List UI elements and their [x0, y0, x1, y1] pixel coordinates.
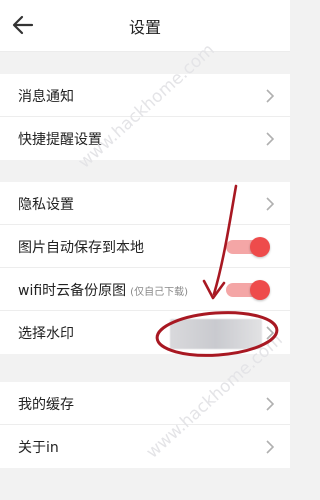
row-label: 隐私设置: [18, 197, 74, 213]
chevron-right-icon: [266, 89, 274, 103]
chevron-right-icon: [266, 197, 274, 211]
row-label: 图片自动保存到本地: [18, 240, 144, 256]
wifi-backup-toggle[interactable]: [226, 280, 270, 300]
chevron-right-icon: [266, 326, 274, 340]
chevron-right-icon: [266, 132, 274, 146]
auto-save-toggle[interactable]: [226, 237, 270, 257]
settings-group-privacy: 隐私设置 图片自动保存到本地 wifi时云备份原图 (仅自己下载) 选择水印: [0, 182, 290, 354]
settings-row-privacy[interactable]: 隐私设置: [0, 182, 290, 225]
top-bar: 设置: [0, 0, 290, 52]
toggle-knob: [250, 280, 270, 300]
settings-row-cache[interactable]: 我的缓存: [0, 382, 290, 425]
row-label: 关于in: [18, 440, 59, 456]
watermark-preview-thumbnail: [170, 319, 262, 349]
row-label: 我的缓存: [18, 397, 74, 413]
settings-row-watermark[interactable]: 选择水印: [0, 311, 290, 354]
settings-row-about[interactable]: 关于in: [0, 425, 290, 468]
settings-row-auto-save: 图片自动保存到本地: [0, 225, 290, 268]
settings-row-wifi-backup: wifi时云备份原图 (仅自己下载): [0, 268, 290, 311]
settings-row-notifications[interactable]: 消息通知: [0, 74, 290, 117]
settings-group-notifications: 消息通知 快捷提醒设置: [0, 74, 290, 160]
row-sublabel: (仅自己下载): [130, 287, 188, 298]
page-title: 设置: [128, 18, 161, 37]
toggle-knob: [250, 237, 270, 257]
chevron-right-icon: [266, 440, 274, 454]
chevron-right-icon: [266, 397, 274, 411]
settings-group-misc: 我的缓存 关于in: [0, 382, 290, 468]
row-label: 消息通知: [18, 89, 74, 105]
row-label: 选择水印: [18, 326, 74, 342]
settings-row-quick-reminder[interactable]: 快捷提醒设置: [0, 117, 290, 160]
row-label-main: wifi时云备份原图: [18, 283, 127, 299]
row-label: 快捷提醒设置: [18, 132, 102, 148]
row-label: wifi时云备份原图 (仅自己下载): [18, 280, 188, 300]
